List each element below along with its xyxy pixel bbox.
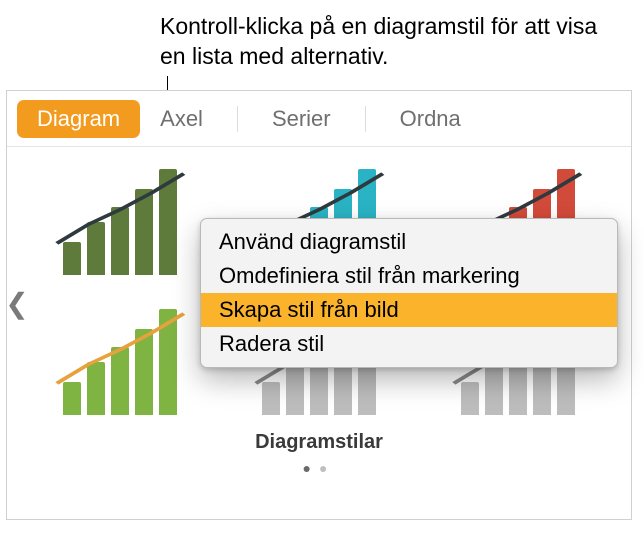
chart-style-thumb[interactable] — [41, 305, 200, 415]
chart-bar — [159, 309, 177, 415]
tab-serier[interactable]: Serier — [252, 100, 351, 138]
chart-bar — [63, 242, 81, 275]
tab-separator — [237, 106, 238, 132]
tab-separator — [365, 106, 366, 132]
chart-bar — [63, 382, 81, 415]
page-dot-active[interactable]: ● — [303, 460, 319, 476]
chart-bar — [159, 169, 177, 275]
chart-bar — [135, 189, 153, 275]
tab-bar: Diagram Axel Serier Ordna — [7, 91, 631, 147]
tab-diagram[interactable]: Diagram — [17, 100, 140, 138]
chart-bar — [87, 362, 105, 415]
chart-bar — [286, 362, 304, 415]
chart-bar — [87, 222, 105, 275]
chart-style-thumb[interactable] — [41, 165, 200, 275]
chart-bar — [111, 207, 129, 275]
context-menu-item[interactable]: Omdefiniera stil från markering — [201, 259, 617, 293]
context-menu: Använd diagramstilOmdefiniera stil från … — [200, 218, 618, 368]
chart-bar — [485, 362, 503, 415]
context-menu-item[interactable]: Skapa stil från bild — [201, 293, 617, 327]
chart-bar — [135, 329, 153, 415]
tab-ordna[interactable]: Ordna — [380, 100, 481, 138]
tab-axel[interactable]: Axel — [140, 100, 223, 138]
context-menu-item[interactable]: Radera stil — [201, 327, 617, 361]
page-dots[interactable]: ●● — [19, 460, 619, 476]
chart-bar — [262, 382, 280, 415]
chart-styles-title: Diagramstilar — [19, 431, 619, 454]
callout-text: Kontroll-klicka på en diagramstil för at… — [160, 12, 600, 72]
context-menu-item[interactable]: Använd diagramstil — [201, 225, 617, 259]
chevron-left-icon[interactable]: ❮ — [5, 287, 29, 320]
page-dot[interactable]: ● — [319, 460, 335, 476]
chart-bar — [461, 382, 479, 415]
chart-bar — [111, 347, 129, 415]
